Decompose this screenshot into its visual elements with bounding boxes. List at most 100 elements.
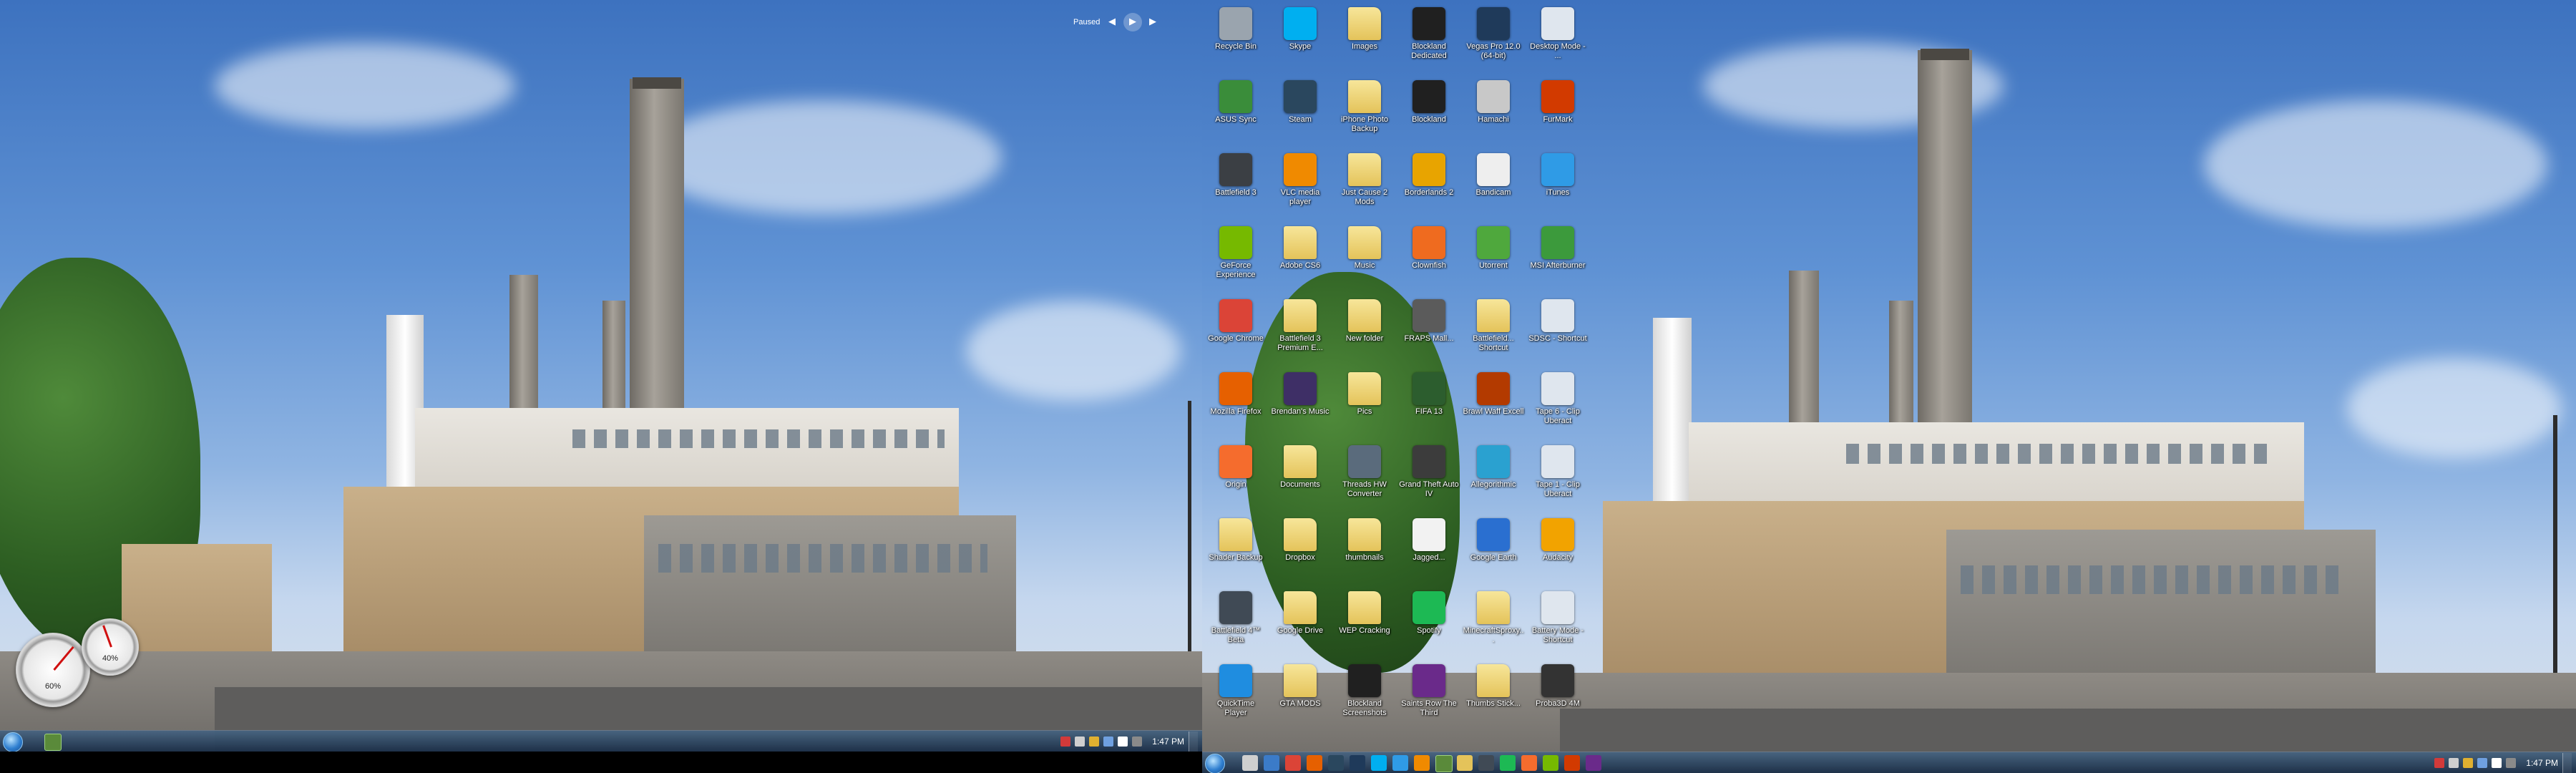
- taskbar-origin-icon[interactable]: [1521, 755, 1537, 771]
- desktop-icon[interactable]: Google Earth: [1463, 514, 1524, 585]
- tray-app-icon[interactable]: [2463, 758, 2474, 768]
- desktop-icon[interactable]: Shader Backup: [1205, 514, 1267, 585]
- desktop-icon[interactable]: Battlefield... Shortcut: [1463, 295, 1524, 366]
- desktop-icon[interactable]: thumbnails: [1334, 514, 1395, 585]
- desktop-icon[interactable]: Google Chrome: [1205, 295, 1267, 366]
- tray-app-icon[interactable]: [1103, 736, 1114, 747]
- desktop-icon[interactable]: Utorrent: [1463, 222, 1524, 293]
- taskbar-app-icon[interactable]: [1586, 755, 1601, 771]
- taskbar-chrome-icon[interactable]: [1285, 755, 1301, 771]
- desktop-icon[interactable]: Spotify: [1398, 587, 1460, 658]
- tray-app-icon[interactable]: [1132, 736, 1143, 747]
- desktop-icon[interactable]: MinecraftSproxy...: [1463, 587, 1524, 658]
- taskbar-app-icon[interactable]: [1264, 755, 1279, 771]
- desktop-icon[interactable]: WEP Cracking: [1334, 587, 1395, 658]
- desktop-icon[interactable]: Images: [1334, 3, 1395, 74]
- desktop-icon[interactable]: Borderlands 2: [1398, 149, 1460, 220]
- desktop-icon[interactable]: Vegas Pro 12.0 (64-bit): [1463, 3, 1524, 74]
- tray-app-icon[interactable]: [1089, 736, 1100, 747]
- desktop-icon[interactable]: Recycle Bin: [1205, 3, 1267, 74]
- desktop-icon[interactable]: SDSC - Shortcut: [1527, 295, 1589, 366]
- desktop-icon[interactable]: Tape 6 - Clip Uberact: [1527, 368, 1589, 439]
- desktop-icon[interactable]: Brawl Waff Excell: [1463, 368, 1524, 439]
- desktop-icon[interactable]: Battlefield 4™ Beta: [1205, 587, 1267, 658]
- desktop-icon[interactable]: Grand Theft Auto IV: [1398, 441, 1460, 512]
- desktop-icon[interactable]: Music: [1334, 222, 1395, 293]
- taskbar-skype-icon[interactable]: [1371, 755, 1387, 771]
- taskbar-steam-icon[interactable]: [1328, 755, 1344, 771]
- next-track-icon[interactable]: ▶: [1146, 16, 1159, 29]
- taskbar-folder-icon[interactable]: [1457, 755, 1473, 771]
- desktop-icon[interactable]: Google Drive: [1269, 587, 1331, 658]
- desktop-icon[interactable]: FRAPS Mall...: [1398, 295, 1460, 366]
- desktop-icon[interactable]: Tape 1 - Clip Uberact: [1527, 441, 1589, 512]
- desktop-icon[interactable]: Steam: [1269, 76, 1331, 147]
- desktop-icon[interactable]: iTunes: [1527, 149, 1589, 220]
- taskbar-app-icon[interactable]: [1478, 755, 1494, 771]
- cpu-meter-gadget[interactable]: 60%: [16, 633, 90, 707]
- desktop-icon[interactable]: FurMark: [1527, 76, 1589, 147]
- desktop-icon[interactable]: Allegorithmic: [1463, 441, 1524, 512]
- play-icon[interactable]: ▶: [1123, 13, 1142, 31]
- desktop-icon[interactable]: Brendan's Music: [1269, 368, 1331, 439]
- desktop-icon[interactable]: Saints Row The Third: [1398, 660, 1460, 731]
- desktop-icon[interactable]: Audacity: [1527, 514, 1589, 585]
- start-button[interactable]: [3, 732, 23, 752]
- desktop-icon[interactable]: Just Cause 2 Mods: [1334, 149, 1395, 220]
- desktop-icon[interactable]: Origin: [1205, 441, 1267, 512]
- desktop-icon[interactable]: Proba3D 4M: [1527, 660, 1589, 731]
- tray-volume-icon[interactable]: [2492, 758, 2502, 768]
- taskbar-explorer-icon[interactable]: [1242, 755, 1258, 771]
- desktop-icon[interactable]: ASUS Sync: [1205, 76, 1267, 147]
- taskbar-app-icon[interactable]: [1543, 755, 1558, 771]
- desktop-icon[interactable]: Documents: [1269, 441, 1331, 512]
- show-desktop-button[interactable]: [2562, 753, 2572, 773]
- taskbar-clock[interactable]: 1:47 PM: [1152, 736, 1184, 747]
- memory-meter-gadget[interactable]: 40%: [82, 618, 139, 676]
- desktop-icon[interactable]: Battlefield 3 Premium E...: [1269, 295, 1331, 366]
- taskbar-vlc-icon[interactable]: [1414, 755, 1430, 771]
- desktop-icon[interactable]: Mozilla Firefox: [1205, 368, 1267, 439]
- taskbar-itunes-icon[interactable]: [1392, 755, 1408, 771]
- desktop-icon[interactable]: Threads HW Converter: [1334, 441, 1395, 512]
- desktop-icon[interactable]: VLC media player: [1269, 149, 1331, 220]
- desktop-icon[interactable]: Jagged...: [1398, 514, 1460, 585]
- desktop-icon[interactable]: New folder: [1334, 295, 1395, 366]
- desktop-icon[interactable]: Desktop Mode - ...: [1527, 3, 1589, 74]
- desktop-icon[interactable]: Hamachi: [1463, 76, 1524, 147]
- tray-network-icon[interactable]: [1075, 736, 1085, 747]
- desktop-icon[interactable]: FIFA 13: [1398, 368, 1460, 439]
- taskbar-app-icon[interactable]: [44, 734, 62, 751]
- tray-alert-icon[interactable]: [2434, 758, 2445, 768]
- previous-track-icon[interactable]: ◀: [1106, 16, 1118, 29]
- desktop-icon[interactable]: Thumbs Stick...: [1463, 660, 1524, 731]
- taskbar-app-icon[interactable]: [1564, 755, 1580, 771]
- desktop-icon[interactable]: Blockland: [1398, 76, 1460, 147]
- desktop-icon[interactable]: Pics: [1334, 368, 1395, 439]
- taskbar-app-icon[interactable]: [1435, 755, 1453, 772]
- desktop-icon[interactable]: Blockland Dedicated: [1398, 3, 1460, 74]
- tray-volume-icon[interactable]: [1118, 736, 1128, 747]
- taskbar-spotify-icon[interactable]: [1500, 755, 1516, 771]
- desktop-icon[interactable]: Clownfish: [1398, 222, 1460, 293]
- desktop-icon[interactable]: Battery Mode - Shortcut: [1527, 587, 1589, 658]
- desktop-icon[interactable]: Adobe CS6: [1269, 222, 1331, 293]
- tray-alert-icon[interactable]: [1060, 736, 1071, 747]
- desktop-icon[interactable]: Skype: [1269, 3, 1331, 74]
- tray-app-icon[interactable]: [2477, 758, 2488, 768]
- desktop-icon[interactable]: QuickTime Player: [1205, 660, 1267, 731]
- start-button[interactable]: [1205, 754, 1225, 773]
- desktop-icon[interactable]: GTA MODS: [1269, 660, 1331, 731]
- desktop-icon[interactable]: GeForce Experience: [1205, 222, 1267, 293]
- desktop-icon[interactable]: MSI Afterburner: [1527, 222, 1589, 293]
- taskbar-clock[interactable]: 1:47 PM: [2526, 758, 2558, 768]
- desktop-icon[interactable]: Dropbox: [1269, 514, 1331, 585]
- taskbar-firefox-icon[interactable]: [1307, 755, 1322, 771]
- taskbar-app-icon[interactable]: [1350, 755, 1365, 771]
- tray-app-icon[interactable]: [2506, 758, 2517, 768]
- desktop-icon[interactable]: Battlefield 3: [1205, 149, 1267, 220]
- tray-network-icon[interactable]: [2449, 758, 2459, 768]
- desktop-icon[interactable]: iPhone Photo Backup: [1334, 76, 1395, 147]
- show-desktop-button[interactable]: [1189, 731, 1198, 752]
- desktop-icon[interactable]: Blockland Screenshots: [1334, 660, 1395, 731]
